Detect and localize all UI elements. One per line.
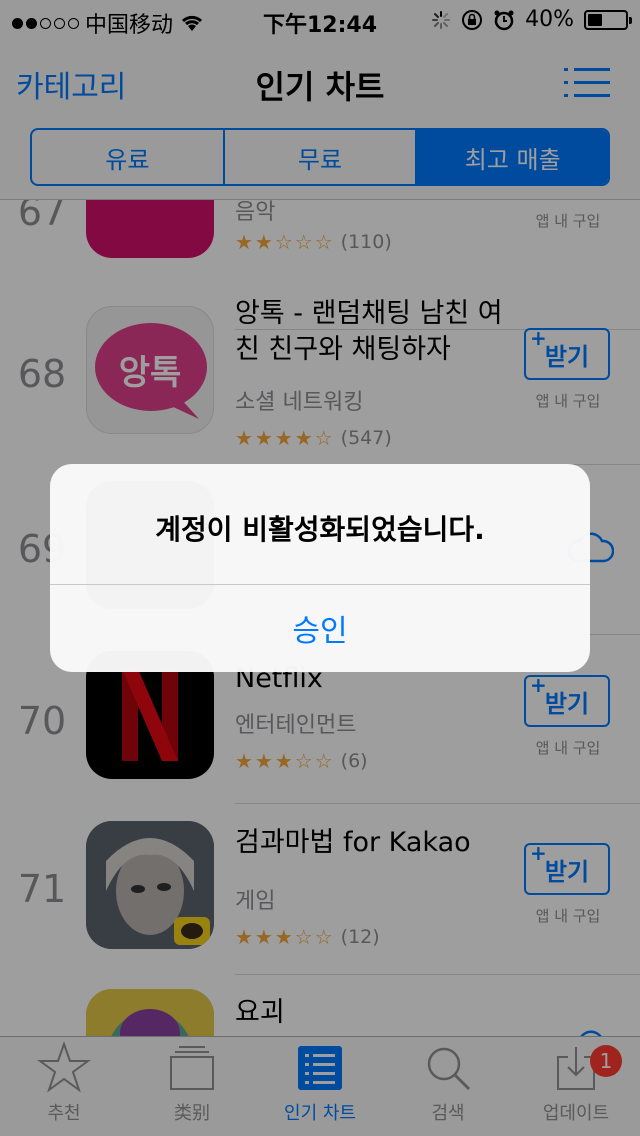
alert-ok-button[interactable]: 승인 (50, 584, 590, 672)
alert-message: 계정이 비활성화되었습니다. (155, 513, 485, 546)
alert-dialog: 계정이 비활성화되었습니다. 승인 (50, 464, 590, 672)
